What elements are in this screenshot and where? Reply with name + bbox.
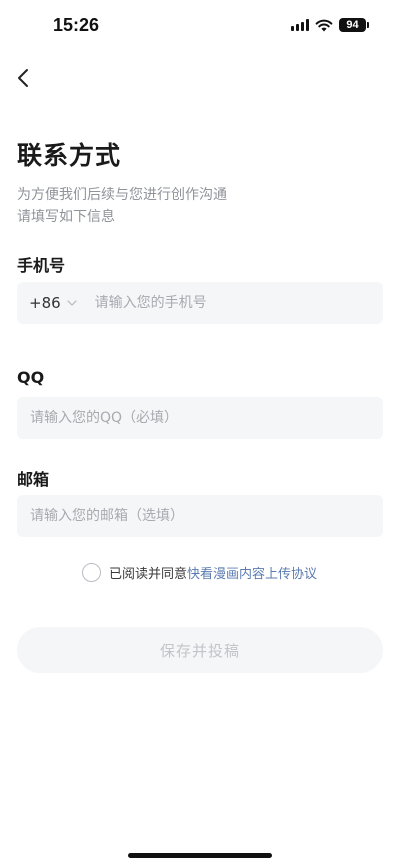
page-title: 联系方式 [17,141,122,170]
phone-label: 手机号 [17,256,66,275]
back-button[interactable] [12,64,36,92]
country-code-value: +86 [29,294,61,312]
agreement-checkbox[interactable] [82,563,101,582]
status-bar: 15:26 94 [0,0,400,54]
battery-icon: 94 [339,18,369,32]
agreement-link[interactable]: 快看漫画内容上传协议 [187,567,317,582]
country-code-selector[interactable]: +86 [17,294,77,312]
status-icons: 94 [291,18,369,32]
email-label: 邮箱 [17,470,50,489]
qq-input[interactable] [17,397,383,439]
phone-input[interactable] [76,282,383,324]
qq-label: QQ [17,368,45,387]
battery-level: 94 [346,19,359,31]
status-time: 15:26 [53,15,100,35]
subtitle-line: 请填写如下信息 [17,209,115,225]
email-input[interactable] [17,495,383,537]
qq-field [17,397,383,439]
chevron-down-icon [67,300,77,306]
signal-icon [291,19,309,31]
chevron-left-icon [18,69,28,87]
save-and-submit-button[interactable]: 保存并投稿 [17,627,383,673]
subtitle-line: 为方便我们后续与您进行创作沟通 [17,187,227,203]
email-field [17,495,383,537]
phone-field: +86 [17,282,383,324]
agreement-text: 已阅读并同意 [109,567,188,582]
home-indicator [128,853,272,858]
wifi-icon [315,19,333,31]
agreement-row: 已阅读并同意快看漫画内容上传协议 [82,563,317,582]
page-subtitle: 为方便我们后续与您进行创作沟通 请填写如下信息 [17,184,357,228]
contact-info-page: 15:26 94 联系方式 为方便我们后续与您进行创作沟通 请填写如下信息 手机… [0,0,400,866]
